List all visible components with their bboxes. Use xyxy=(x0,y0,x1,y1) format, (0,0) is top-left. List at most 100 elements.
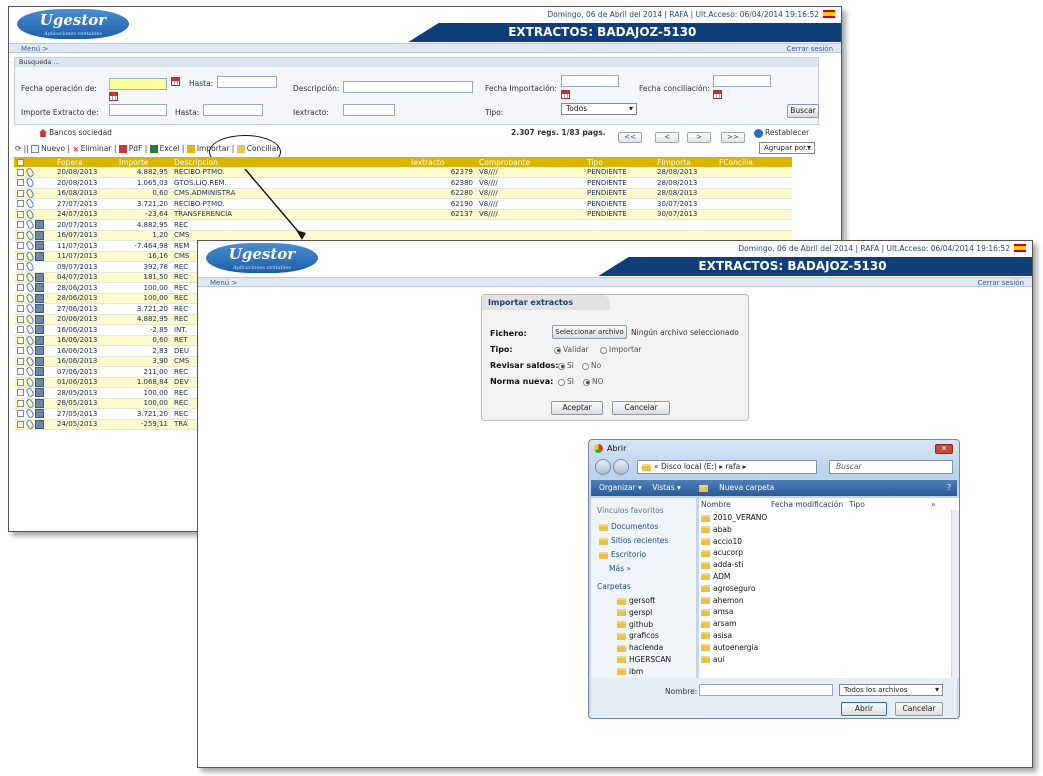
vistas-button[interactable]: Vistas ▾ xyxy=(652,483,681,492)
mas-link[interactable]: Más » xyxy=(609,564,631,573)
file-item[interactable]: adda-sti xyxy=(701,559,767,571)
tree-folder[interactable]: hacienda xyxy=(617,642,671,654)
cancelar-button[interactable]: Cancelar xyxy=(612,401,670,415)
folder-icon xyxy=(701,608,710,616)
fichero-label: Fichero: xyxy=(490,329,527,338)
validar-radio[interactable]: Validar xyxy=(554,345,589,354)
file-item[interactable]: arsam xyxy=(701,618,767,630)
page-title: EXTRACTOS: BADAJOZ-5130 xyxy=(598,257,1032,276)
file-cancelar-button[interactable]: Cancelar xyxy=(895,702,943,716)
file-item[interactable]: accio10 xyxy=(701,536,767,548)
ugestor-logo[interactable]: Ugestor Aplicaciones contables xyxy=(206,243,318,273)
col-nombre[interactable]: Nombre xyxy=(701,500,731,509)
folder-icon xyxy=(701,549,710,557)
norma-si-radio[interactable]: SI xyxy=(558,377,574,386)
abrir-button[interactable]: Abrir xyxy=(841,702,887,716)
radio-icon xyxy=(582,362,589,370)
recent-icon xyxy=(599,537,608,545)
fav-recientes[interactable]: Sitios recientes xyxy=(599,536,668,545)
organizar-button[interactable]: Organizar ▾ xyxy=(599,483,642,492)
folder-icon xyxy=(701,573,710,581)
importar-dialog: Importar extractos Fichero: Seleccionar … xyxy=(481,294,749,421)
file-item[interactable]: ahemon xyxy=(701,595,767,607)
address-bar[interactable]: « Disco local (E:) ▸ rafa ▸ xyxy=(637,460,817,474)
col-tipo[interactable]: Tipo xyxy=(849,500,865,509)
help-icon[interactable]: ? xyxy=(947,480,951,496)
folder-icon xyxy=(701,585,710,593)
close-icon[interactable]: ✕ xyxy=(935,444,953,454)
app-header: Ugestor Aplicaciones contables Domingo, 0… xyxy=(198,241,1032,277)
norma-no-radio[interactable]: NO xyxy=(583,377,604,386)
navigation-pane: Vínculos favoritos Documentos Sitios rec… xyxy=(591,498,697,678)
importar-radio[interactable]: Importar xyxy=(600,345,642,354)
file-type-select[interactable]: Todos los archivos xyxy=(839,684,943,696)
dialog-title: Importar extractos xyxy=(482,295,610,310)
file-item[interactable]: ADM xyxy=(701,571,767,583)
tree-folder[interactable]: ibm xyxy=(617,666,671,678)
tree-folder[interactable]: graficos xyxy=(617,630,671,642)
file-item[interactable]: aui xyxy=(701,654,767,666)
folder-icon xyxy=(701,632,710,640)
fav-documentos[interactable]: Documentos xyxy=(599,522,658,531)
norma-nueva-label: Norma nueva: xyxy=(490,377,554,386)
forward-icon[interactable] xyxy=(613,459,629,475)
folder-icon xyxy=(701,644,710,652)
folder-icon xyxy=(617,644,626,652)
no-file-text: Ningún archivo seleccionado xyxy=(631,328,739,337)
radio-selected-icon xyxy=(583,378,590,386)
folder-icon xyxy=(701,526,710,534)
radio-icon xyxy=(600,346,607,354)
file-toolbar: Organizar ▾ Vistas ▾ Nueva carpeta ? xyxy=(591,480,957,496)
nueva-carpeta-button[interactable]: Nueva carpeta xyxy=(691,483,774,492)
tree-folder[interactable]: gerspl xyxy=(617,607,671,619)
revisar-no-radio[interactable]: No xyxy=(582,361,601,370)
radio-selected-icon xyxy=(554,346,561,354)
folder-icon xyxy=(642,463,651,471)
file-item[interactable]: 2010_VERANO xyxy=(701,512,767,524)
file-dialog-title: Abrir xyxy=(607,444,627,453)
folder-icon xyxy=(699,484,709,492)
folder-icon xyxy=(701,514,710,522)
desktop-icon xyxy=(599,551,608,559)
seleccionar-archivo-button[interactable]: Seleccionar archivo xyxy=(552,325,627,339)
file-item[interactable]: autoenergia xyxy=(701,642,767,654)
filename-input[interactable] xyxy=(699,684,833,696)
favoritos-header: Vínculos favoritos xyxy=(597,506,664,515)
folder-icon xyxy=(701,620,710,628)
search-input[interactable]: Buscar xyxy=(829,460,953,474)
folder-icon xyxy=(701,538,710,546)
chrome-icon xyxy=(594,444,603,453)
documents-icon xyxy=(599,523,608,531)
folder-icon xyxy=(617,656,626,664)
carpetas-header[interactable]: Carpetas xyxy=(597,582,631,591)
tree-folder[interactable]: gersoft xyxy=(617,595,671,607)
col-fecha[interactable]: Fecha modificación xyxy=(771,500,843,509)
folder-icon xyxy=(617,609,626,617)
folder-tree: gersoft gerspl github graficos hacienda HGERS… xyxy=(617,595,671,678)
folder-icon xyxy=(701,656,710,664)
revisar-si-radio[interactable]: Si xyxy=(558,361,574,370)
aceptar-button[interactable]: Aceptar xyxy=(551,401,603,415)
file-open-dialog: Abrir ✕ « Disco local (E:) ▸ rafa ▸ Busc… xyxy=(588,439,960,719)
tree-folder[interactable]: github xyxy=(617,619,671,631)
file-item[interactable]: amsa xyxy=(701,606,767,618)
file-list: 2010_VERANO abab accio10 acucorp adda-sti ADM… xyxy=(701,512,767,665)
logout-link[interactable]: Cerrar sesión xyxy=(978,278,1024,288)
back-icon[interactable] xyxy=(595,459,611,475)
file-item[interactable]: agroseguro xyxy=(701,583,767,595)
file-dialog-footer: Nombre: Todos los archivos Abrir Cancela… xyxy=(591,678,957,718)
scrollbar[interactable] xyxy=(951,510,959,678)
file-item[interactable]: abab xyxy=(701,524,767,536)
fav-escritorio[interactable]: Escritorio xyxy=(599,550,646,559)
more-columns-icon[interactable]: » xyxy=(931,500,936,509)
tree-folder[interactable]: HGERSCAN xyxy=(617,654,671,666)
spain-flag-icon[interactable] xyxy=(1014,244,1026,252)
menu-bar: Menú > Cerrar sesión xyxy=(198,277,1032,287)
radio-selected-icon xyxy=(558,362,565,370)
menu-button[interactable]: Menú > xyxy=(210,278,237,288)
file-item[interactable]: asisa xyxy=(701,630,767,642)
revisar-saldos-label: Revisar saldos: xyxy=(490,361,559,370)
tipo-label: Tipo: xyxy=(490,345,513,354)
file-item[interactable]: acucorp xyxy=(701,547,767,559)
folder-icon xyxy=(617,597,626,605)
